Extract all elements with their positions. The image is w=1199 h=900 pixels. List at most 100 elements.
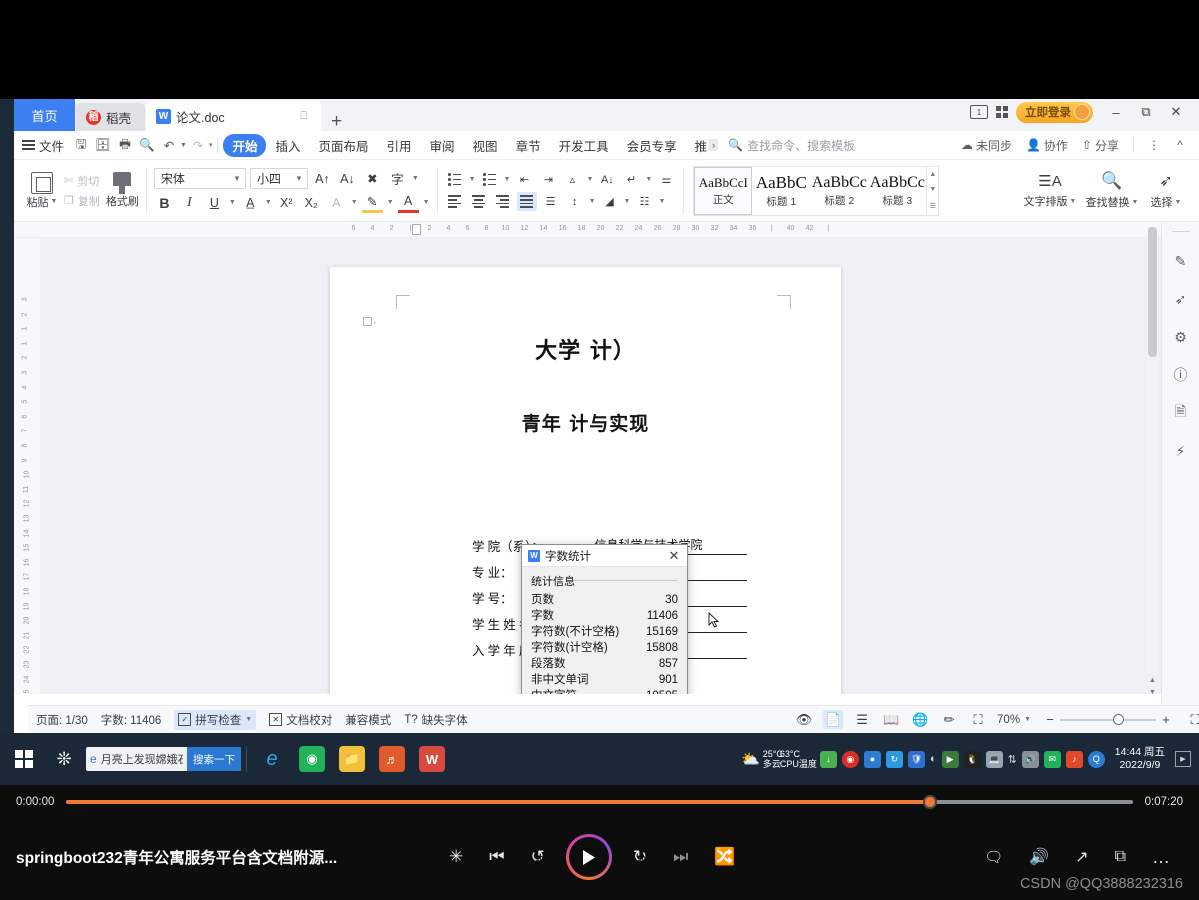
document-tools-icon[interactable]: 🗎 bbox=[1170, 402, 1192, 424]
bold-button[interactable]: B bbox=[154, 192, 175, 213]
sort-az-button[interactable]: A↓ bbox=[597, 170, 617, 189]
sort-button[interactable]: ▵ bbox=[562, 170, 582, 189]
shuffle-icon[interactable]: ✳ bbox=[449, 847, 463, 867]
taskbar-browser-icon[interactable]: ◉ bbox=[292, 739, 332, 779]
font-name-select[interactable]: 宋体 ▼ bbox=[153, 168, 246, 189]
login-button[interactable]: 立即登录 bbox=[1016, 101, 1093, 123]
save-icon[interactable]: 🖫 bbox=[70, 134, 92, 156]
tab-recommend[interactable]: 推 bbox=[686, 134, 710, 157]
more-options-icon[interactable]: … bbox=[1152, 847, 1170, 868]
increase-indent-button[interactable]: ⇥ bbox=[538, 170, 558, 189]
zoom-track[interactable] bbox=[1060, 713, 1156, 725]
vertical-scrollbar[interactable] bbox=[1147, 227, 1158, 673]
proofread-button[interactable]: ✕ 文档校对 bbox=[269, 712, 332, 728]
italic-button[interactable]: I bbox=[179, 192, 200, 213]
taskbar-search-button[interactable]: 搜索一下 bbox=[187, 747, 241, 771]
tab-chapter[interactable]: 章节 bbox=[507, 134, 550, 157]
sogou-input-icon[interactable]: ❊ bbox=[44, 739, 84, 779]
close-icon[interactable]: ✕ bbox=[665, 548, 683, 564]
strikethrough-button[interactable]: A̲ bbox=[240, 192, 261, 213]
tab-view[interactable]: 视图 bbox=[464, 134, 507, 157]
font-size-select[interactable]: 小四 ▼ bbox=[249, 168, 308, 189]
tab-overflow-icon[interactable]: › bbox=[709, 139, 719, 151]
download-manager-icon[interactable]: ↓ bbox=[819, 750, 837, 768]
repeat-off-icon[interactable]: 🔀 bbox=[714, 847, 735, 867]
borders-dropdown-icon[interactable]: ▼ bbox=[658, 198, 665, 205]
styles-scroll-controls[interactable]: ▲ ▼ ☰ bbox=[926, 166, 938, 215]
cut-button[interactable]: ✄ 剪切 bbox=[64, 173, 100, 189]
tab-docer[interactable]: 稻 稻壳 bbox=[76, 103, 146, 131]
web-layout-view-icon[interactable]: 🌐 bbox=[910, 710, 930, 729]
forward-30-icon[interactable]: ↻ 30 bbox=[633, 847, 647, 867]
quick-access-more-icon[interactable]: ▾ bbox=[209, 141, 213, 149]
share-button[interactable]: ⇧ 分享 bbox=[1077, 137, 1124, 154]
picture-in-picture-icon[interactable]: ⧉ bbox=[1115, 848, 1126, 866]
font-color-dropdown-icon[interactable]: ▼ bbox=[423, 199, 430, 206]
help-circle-icon[interactable]: ⓘ bbox=[1170, 364, 1192, 386]
align-center-button[interactable] bbox=[469, 192, 489, 211]
tab-review[interactable]: 审阅 bbox=[421, 134, 464, 157]
zoom-out-button[interactable]: − bbox=[1040, 710, 1060, 729]
align-left-button[interactable] bbox=[445, 192, 465, 211]
shading-dropdown-icon[interactable]: ▼ bbox=[624, 198, 631, 205]
cursor-icon[interactable]: ➶ bbox=[1170, 288, 1192, 310]
sort-dropdown-icon[interactable]: ▼ bbox=[586, 176, 593, 183]
format-painter-button[interactable]: 格式刷 bbox=[106, 172, 139, 209]
security-guard-icon[interactable]: ◉ bbox=[841, 750, 859, 768]
horizontal-ruler[interactable]: 6 4 2 | 2 4 6 8 10 12 14 16 18 20 22 24 26 28 30 32 34 36 | 40 4… bbox=[14, 222, 1199, 238]
decrease-font-size-button[interactable]: A↓ bbox=[337, 168, 358, 189]
pinyin-dropdown-icon[interactable]: ▼ bbox=[412, 175, 419, 182]
next-track-icon[interactable]: ⏭ bbox=[673, 847, 688, 867]
styles-expand-icon[interactable]: ☰ bbox=[930, 202, 936, 210]
document-canvas[interactable]: 3 2 1 1 2 3 4 5 6 7 8 9 10 11 12 13 14 15 16 17 18 19 20 21 22 23… bbox=[14, 238, 1199, 694]
zoom-level[interactable]: 70% ▼ bbox=[997, 714, 1031, 726]
command-search[interactable]: 🔍 查找命令、搜索模板 bbox=[728, 137, 855, 154]
paste-dropdown-icon[interactable]: ▼ bbox=[51, 198, 58, 205]
fullscreen-icon[interactable]: ⛶ bbox=[1185, 710, 1199, 729]
clear-format-button[interactable]: ✖ bbox=[362, 168, 383, 189]
zoom-dropdown-icon[interactable]: ▼ bbox=[1024, 716, 1031, 723]
ruler-indent-marker[interactable] bbox=[412, 224, 421, 235]
styles-scroll-up-icon[interactable]: ▲ bbox=[929, 171, 936, 178]
taskbar-ie-icon[interactable]: e bbox=[252, 739, 292, 779]
qq-penguin-icon[interactable]: 🐧 bbox=[963, 750, 981, 768]
numbered-list-button[interactable] bbox=[480, 170, 500, 189]
network-icon[interactable]: 💻 bbox=[985, 750, 1003, 768]
word-count-indicator[interactable]: 字数: 11406 bbox=[101, 712, 162, 728]
bluetooth-icon[interactable]: ⇅ bbox=[1008, 753, 1017, 766]
sync-status[interactable]: ☁ 未同步 bbox=[956, 137, 1017, 154]
zoom-in-button[interactable]: + bbox=[1156, 710, 1176, 729]
spellcheck-button[interactable]: ✓ 拼写检查 ▼ bbox=[174, 709, 257, 730]
strikethrough-dropdown-icon[interactable]: ▼ bbox=[265, 199, 272, 206]
decrease-indent-button[interactable]: ⇤ bbox=[514, 170, 534, 189]
single-page-view-icon[interactable]: 1 bbox=[970, 105, 988, 119]
speaker-icon[interactable]: 🔊 bbox=[1021, 750, 1039, 768]
justify-button[interactable] bbox=[516, 192, 537, 211]
zoom-slider[interactable]: − + bbox=[1040, 710, 1176, 729]
show-marks-button[interactable]: ↵ bbox=[621, 170, 641, 189]
text-effects-button[interactable]: A bbox=[326, 192, 347, 213]
redo-icon[interactable]: ↷ bbox=[187, 134, 209, 156]
taskbar-media-icon[interactable]: ♬ bbox=[372, 739, 412, 779]
weather-widget[interactable]: ⛅ 25°C 多云 63°C CPU温度 ↓ bbox=[741, 749, 837, 769]
outline-view-icon[interactable]: ☰ bbox=[852, 710, 872, 729]
minimize-button[interactable]: – bbox=[1101, 99, 1131, 127]
underline-button[interactable]: U bbox=[204, 192, 225, 213]
lightning-icon[interactable]: ⚡ bbox=[1170, 440, 1192, 462]
show-marks-dropdown-icon[interactable]: ▼ bbox=[645, 176, 652, 183]
undo-dropdown-icon[interactable]: ▼ bbox=[180, 142, 187, 149]
usb-icon[interactable]: ● bbox=[863, 750, 881, 768]
music-app-icon[interactable]: ♪ bbox=[1065, 750, 1083, 768]
previous-track-icon[interactable]: ⏮ bbox=[489, 847, 504, 867]
reading-view-icon[interactable]: 📖 bbox=[881, 710, 901, 729]
shield-icon[interactable]: 🛡 bbox=[907, 750, 925, 768]
more-options-icon[interactable]: ⋮ bbox=[1143, 134, 1165, 156]
eye-icon[interactable]: 👁 bbox=[794, 710, 814, 729]
text-layout-button[interactable]: ☰A 文字排版 ▼ bbox=[1019, 172, 1081, 209]
tab-home[interactable]: 首页 bbox=[14, 99, 75, 131]
fit-page-icon[interactable]: ⛶ bbox=[968, 710, 988, 729]
progress-track[interactable] bbox=[66, 795, 1133, 809]
print-layout-view-icon[interactable]: 📄 bbox=[823, 710, 844, 729]
save-as-icon[interactable]: 🗄 bbox=[92, 134, 114, 156]
new-tab-button[interactable]: + bbox=[321, 112, 352, 131]
